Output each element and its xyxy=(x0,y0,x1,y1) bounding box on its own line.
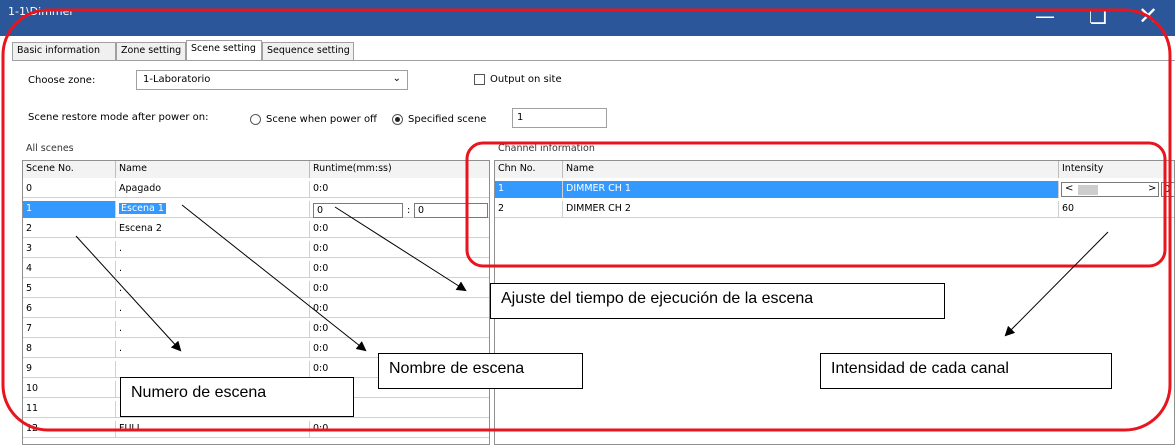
intensity-arrow xyxy=(1004,231,1109,337)
annotation-intensity: Intensidad de cada canal xyxy=(820,353,1112,389)
annotation-scene-name: Nombre de escena xyxy=(378,353,583,389)
scene-number-arrow xyxy=(75,235,182,352)
channel-highlight-outline xyxy=(465,141,1167,268)
annotation-scene-number: Numero de escena xyxy=(120,377,354,417)
runtime-arrow xyxy=(334,206,467,292)
scene-name-arrow xyxy=(181,204,367,352)
annotation-runtime: Ajuste del tiempo de ejecución de la esc… xyxy=(490,283,945,319)
